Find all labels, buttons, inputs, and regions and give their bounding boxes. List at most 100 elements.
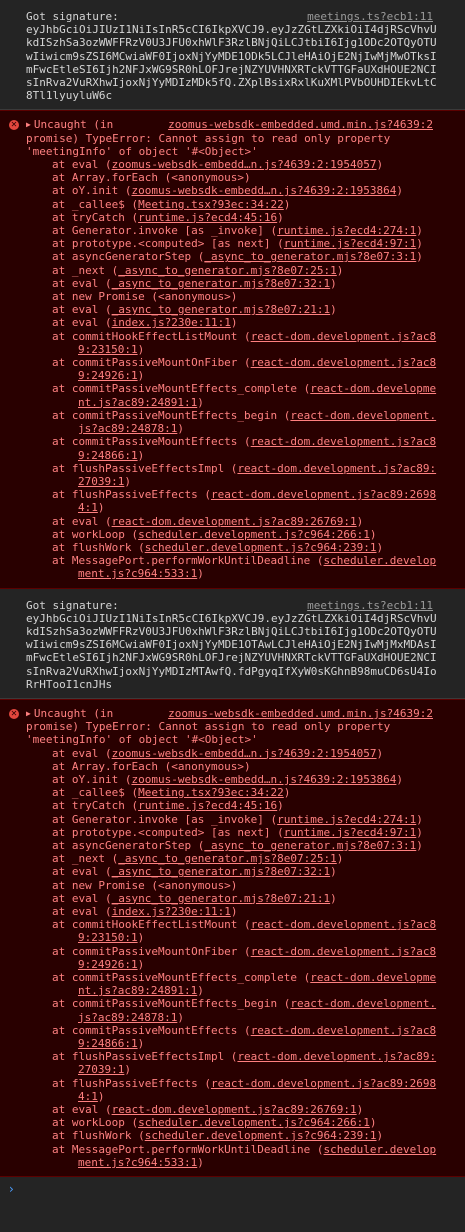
stack-frame-text: at _next ( [52, 263, 119, 277]
stack-frame: at _next (_async_to_generator.mjs?8e07:2… [52, 852, 437, 865]
console-panel: meetings.ts?ecb1:11 Got signature: eyJhbGc… [0, 0, 465, 1178]
stack-frame: at Generator.invoke [as _invoke] (runtim… [52, 224, 437, 237]
stack-frame-text: at Array.forEach (<anonymous>) [52, 759, 251, 773]
stack-frame-close: ) [416, 838, 423, 852]
stack-frame: at asyncGeneratorStep (_async_to_generat… [52, 839, 437, 852]
stack-frame-close: ) [330, 865, 337, 879]
stack-frame: at _callee$ (Meeting.tsx?93ec:34:22) [52, 786, 437, 799]
log-signature: eyJhbGciOiJIUzI1NiIsInR5cCI6IkpXVCJ9.eyJ… [26, 611, 437, 691]
stack-frame-link[interactable]: _async_to_generator.mjs?8e07:32:1 [112, 277, 331, 290]
stack-frame: at commitPassiveMountEffects_begin (reac… [52, 997, 437, 1023]
stack-frame-text: at Generator.invoke [as _invoke] ( [52, 812, 278, 826]
stack-frame: at eval (_async_to_generator.mjs?8e07:21… [52, 303, 437, 316]
stack-frame: at flushPassiveEffects (react-dom.develo… [52, 1077, 437, 1103]
stack-frame-text: at tryCatch ( [52, 799, 139, 813]
error-circle-icon: ✕ [9, 120, 19, 131]
stack-frame-close: ) [124, 474, 131, 488]
stack-frame-link[interactable]: Meeting.tsx?93ec:34:22 [138, 198, 284, 211]
stack-frame-link[interactable]: react-dom.development.js?ac89:26769:1 [112, 515, 357, 528]
stack-frame-text: at commitPassiveMountEffects_begin ( [52, 997, 291, 1011]
stack-frame-close: ) [376, 158, 384, 172]
stack-frame-link[interactable]: runtime.js?ecd4:97:1 [284, 826, 416, 839]
stack-frame-link[interactable]: Meeting.tsx?93ec:34:22 [138, 786, 284, 799]
expand-triangle-icon[interactable]: ▶ [26, 120, 31, 129]
prompt-chevron-icon: › [9, 1182, 14, 1197]
stack-frame-link[interactable]: scheduler.development.js?c964:266:1 [138, 1116, 370, 1129]
stack-frame-close: ) [336, 263, 344, 277]
stack-frame-link[interactable]: index.js?230e:11:1 [112, 905, 231, 918]
stack-frame: at flushPassiveEffects (react-dom.develo… [52, 488, 437, 514]
stack-frame-link[interactable]: zoomus-websdk-embedd…n.js?4639:2:1953864 [131, 773, 396, 786]
stack-frame-link[interactable]: zoomus-websdk-embedd…n.js?4639:2:1953864 [131, 184, 396, 197]
stack-frame-close: ) [124, 1063, 131, 1077]
stack-frame-link[interactable]: runtime.js?ecd4:274:1 [277, 224, 416, 237]
stack-frame: at tryCatch (runtime.js?ecd4:45:16) [52, 799, 437, 812]
stack-frame: at prototype.<computed> [as next] (runti… [52, 237, 437, 250]
stack-frame: at Array.forEach (<anonymous>) [52, 171, 437, 184]
stack-frame: at eval (react-dom.development.js?ac89:2… [52, 515, 437, 528]
error-source-link[interactable]: zoomus-websdk-embedded.umd.min.js?4639:2 [168, 118, 433, 131]
stack-frame-close: ) [283, 786, 291, 800]
stack-frame: at asyncGeneratorStep (_async_to_generat… [52, 250, 437, 263]
error-source-link[interactable]: zoomus-websdk-embedded.umd.min.js?4639:2 [168, 707, 433, 720]
stack-frame-link[interactable]: runtime.js?ecd4:45:16 [138, 211, 277, 224]
stack-frame-link[interactable]: scheduler.development.js?c964:266:1 [138, 528, 370, 541]
stack-frame-close: ) [137, 342, 145, 356]
stack-frame-text: at flushPassiveEffects ( [52, 1076, 211, 1090]
stack-frame-text: at flushWork ( [52, 540, 145, 554]
stack-frame-link[interactable]: zoomus-websdk-embedd…n.js?4639:2:1954057 [112, 158, 377, 171]
stack-frame: at eval (_async_to_generator.mjs?8e07:32… [52, 277, 437, 290]
stack-frame-close: ) [356, 514, 364, 528]
stack-frame: at workLoop (scheduler.development.js?c9… [52, 1116, 437, 1129]
console-log-entry: meetings.ts?ecb1:11 Got signature: eyJhbGc… [0, 588, 465, 699]
stack-frame-link[interactable]: zoomus-websdk-embedd…n.js?4639:2:1954057 [112, 747, 377, 760]
stack-frame-link[interactable]: _async_to_generator.mjs?8e07:25:1 [118, 852, 337, 865]
stack-frame-close: ) [336, 852, 344, 866]
stack-frame-text: at prototype.<computed> [as next] ( [52, 825, 284, 839]
stack-frame-close: ) [137, 957, 145, 971]
stack-frame-link[interactable]: scheduler.development.js?c964:239:1 [145, 1129, 377, 1142]
stack-frame-link[interactable]: _async_to_generator.mjs?8e07:21:1 [112, 892, 331, 905]
console-prompt[interactable]: › [0, 1177, 465, 1202]
stack-frame-text: at _next ( [52, 852, 119, 866]
stack-frame-close: ) [396, 772, 404, 786]
stack-frame-link[interactable]: runtime.js?ecd4:45:16 [138, 799, 277, 812]
stack-frame-link[interactable]: _async_to_generator.mjs?8e07:3:1 [204, 250, 416, 263]
stack-frame: at MessagePort.performWorkUntilDeadline … [52, 1143, 437, 1169]
stack-frame-text: at commitHookEffectListMount ( [52, 329, 251, 343]
stack-frame-text: at new Promise (<anonymous>) [52, 290, 238, 304]
stack-frame-link[interactable]: _async_to_generator.mjs?8e07:25:1 [118, 264, 337, 277]
stack-frame-link[interactable]: _async_to_generator.mjs?8e07:21:1 [112, 303, 331, 316]
expand-triangle-icon[interactable]: ▶ [26, 709, 31, 718]
stack-frame-link[interactable]: scheduler.development.js?c964:239:1 [145, 541, 377, 554]
stack-frame-text: at flushPassiveEffects ( [52, 488, 211, 502]
stack-frame-close: ) [197, 395, 204, 409]
stack-frame: at workLoop (scheduler.development.js?c9… [52, 528, 437, 541]
stack-frame: at eval (index.js?230e:11:1) [52, 316, 437, 329]
stack-frame-text: at eval ( [52, 158, 112, 172]
stack-frame-text: at tryCatch ( [52, 210, 139, 224]
stack-frame-text: at commitPassiveMountEffects ( [52, 1023, 251, 1037]
stack-frame-text: at oY.init ( [52, 772, 132, 786]
stack-frame-text: at flushPassiveEffectsImpl ( [52, 461, 238, 475]
stack-frame-link[interactable]: _async_to_generator.mjs?8e07:3:1 [204, 839, 416, 852]
stack-frame-link[interactable]: _async_to_generator.mjs?8e07:32:1 [112, 865, 331, 878]
stack-frame-text: at MessagePort.performWorkUntilDeadline … [52, 1142, 324, 1156]
stack-frame-text: at workLoop ( [52, 527, 139, 541]
stack-frame-link[interactable]: runtime.js?ecd4:274:1 [277, 813, 416, 826]
stack-frame: at new Promise (<anonymous>) [52, 879, 437, 892]
stack-frame: at new Promise (<anonymous>) [52, 290, 437, 303]
stack-frame-close: ) [197, 1155, 204, 1169]
stack-frame: at eval (zoomus-websdk-embedd…n.js?4639:… [52, 158, 437, 171]
stack-frame-link[interactable]: index.js?230e:11:1 [112, 316, 231, 329]
stack-frame-link[interactable]: runtime.js?ecd4:97:1 [284, 237, 416, 250]
stack-frame-text: at eval ( [52, 514, 112, 528]
stack-frame-close: ) [376, 1129, 384, 1143]
log-source-link[interactable]: meetings.ts?ecb1:11 [307, 599, 433, 612]
stack-frame-close: ) [177, 422, 184, 436]
stack-frame-text: at _callee$ ( [52, 786, 139, 800]
stack-frame-close: ) [137, 931, 145, 945]
log-source-link[interactable]: meetings.ts?ecb1:11 [307, 10, 433, 23]
stack-frame-text: at commitPassiveMountOnFiber ( [52, 356, 251, 370]
stack-frame-link[interactable]: react-dom.development.js?ac89:26769:1 [112, 1103, 357, 1116]
